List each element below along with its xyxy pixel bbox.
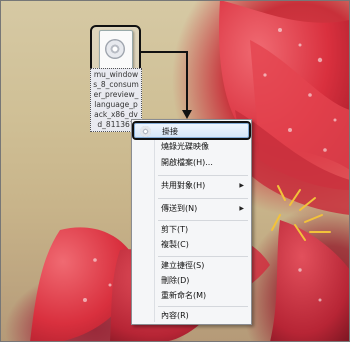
menu-item-rename[interactable]: 重新命名(M) (134, 288, 249, 303)
menu-item-mount[interactable]: 掛接 (132, 121, 251, 140)
menu-item-label: 傳送到(N) (161, 204, 198, 213)
menu-item-open-with[interactable]: 開啟檔案(H)... (134, 155, 249, 170)
submenu-arrow-icon: ▶ (239, 205, 244, 212)
menu-item-label: 刪除(D) (161, 276, 190, 285)
menu-item-send-to[interactable]: 傳送到(N) ▶ (134, 201, 249, 216)
menu-item-label: 掛接 (162, 127, 178, 136)
menu-item-label: 共用對象(H) (161, 181, 206, 190)
menu-item-label: 建立捷徑(S) (161, 261, 205, 270)
menu-item-share-with[interactable]: 共用對象(H) ▶ (134, 178, 249, 193)
menu-item-label: 燒錄光碟映像 (161, 142, 209, 151)
menu-separator (158, 175, 248, 176)
menu-item-label: 複製(C) (161, 240, 189, 249)
menu-item-label: 重新命名(M) (161, 291, 207, 300)
submenu-arrow-icon: ▶ (239, 182, 244, 189)
menu-item-label: 剪下(T) (161, 225, 189, 234)
menu-separator (158, 306, 248, 307)
menu-item-copy[interactable]: 複製(C) (134, 237, 249, 252)
menu-item-delete[interactable]: 刪除(D) (134, 273, 249, 288)
disc-icon (140, 126, 151, 137)
menu-item-properties[interactable]: 內容(R) (134, 308, 249, 323)
menu-item-burn-disc-image[interactable]: 燒錄光碟映像 (134, 139, 249, 154)
menu-item-label: 內容(R) (161, 311, 189, 320)
menu-separator (158, 256, 248, 257)
menu-item-cut[interactable]: 剪下(T) (134, 222, 249, 237)
menu-separator (158, 220, 248, 221)
menu-item-label: 開啟檔案(H)... (161, 158, 213, 167)
menu-item-create-shortcut[interactable]: 建立捷徑(S) (134, 258, 249, 273)
menu-separator (158, 198, 248, 199)
context-menu: 掛接 燒錄光碟映像 開啟檔案(H)... 共用對象(H) ▶ 傳送到(N) ▶ … (131, 119, 252, 325)
